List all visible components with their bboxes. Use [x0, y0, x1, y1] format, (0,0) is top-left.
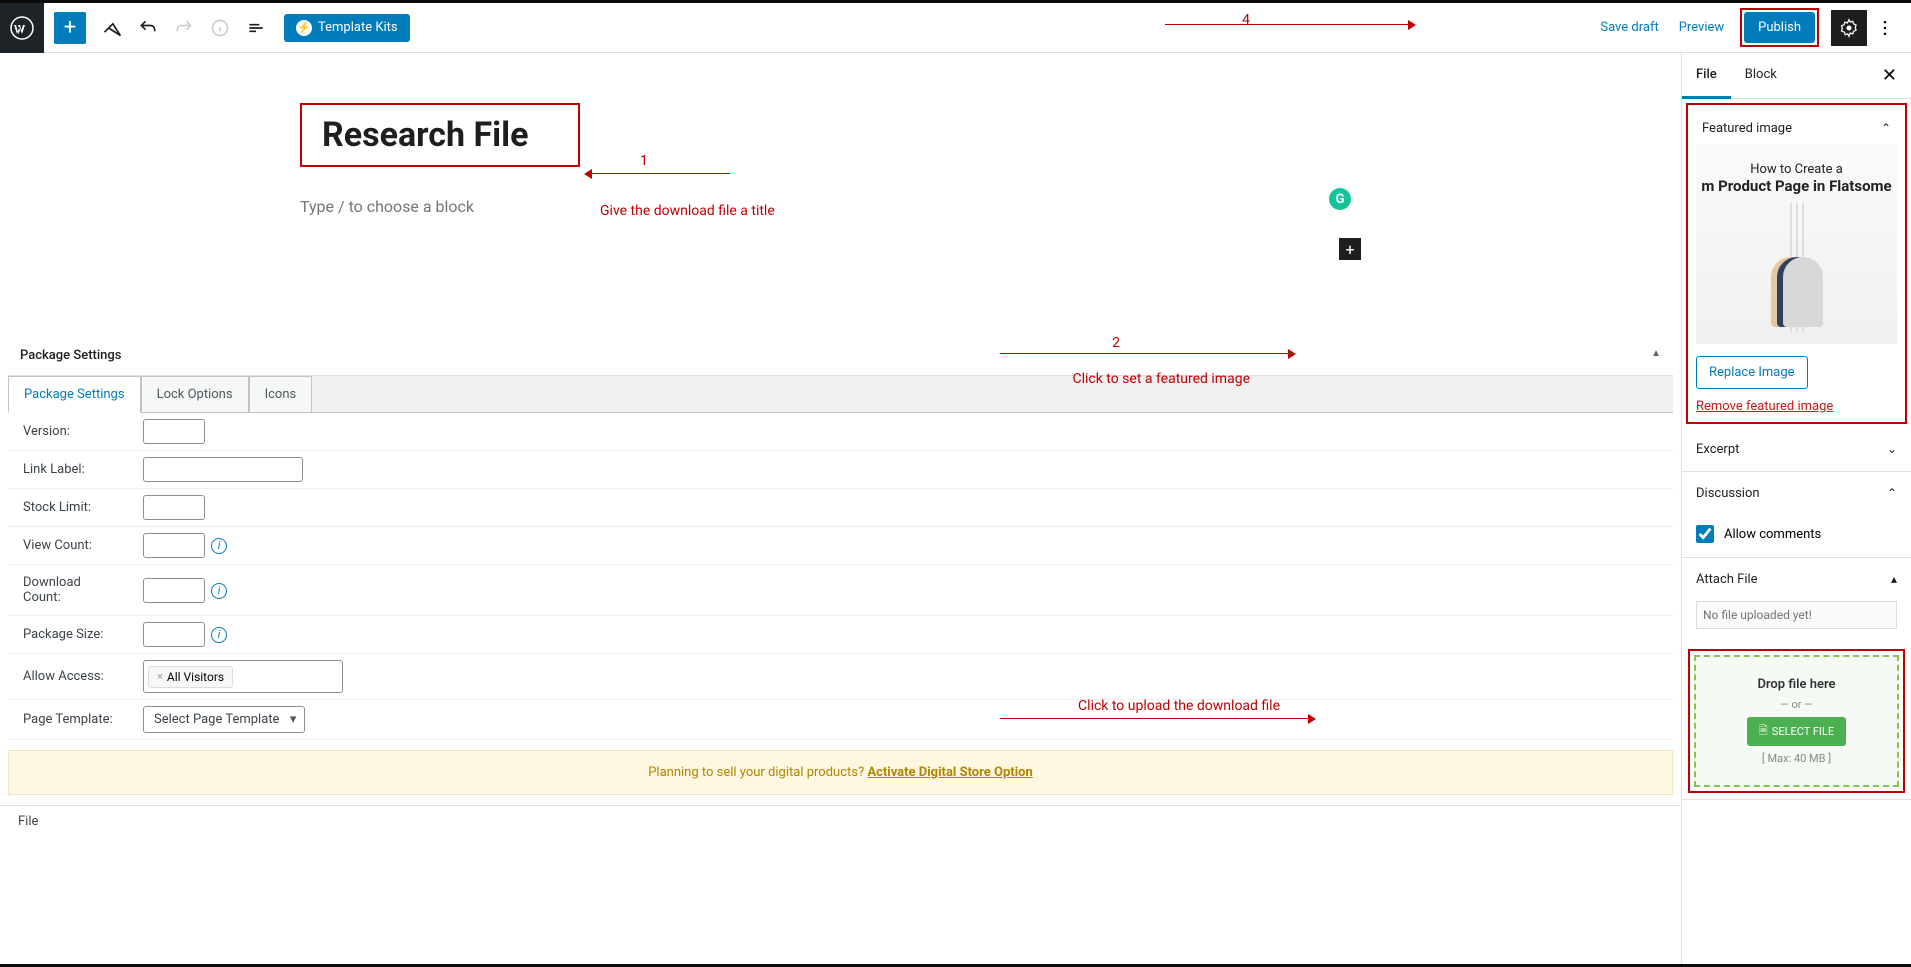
page-template-select[interactable]: Select Page Template: [143, 706, 305, 733]
file-icon: 🗎: [1759, 722, 1768, 741]
notice-text: Planning to sell your digital products?: [648, 765, 867, 780]
settings-icon[interactable]: [1831, 10, 1867, 46]
package-size-input[interactable]: [143, 622, 205, 647]
access-tag-all-visitors[interactable]: ×All Visitors: [148, 666, 233, 688]
publish-button[interactable]: Publish: [1744, 12, 1815, 43]
drop-or-text: — or —: [1706, 698, 1887, 711]
more-options-icon[interactable]: [1867, 10, 1903, 46]
info-icon-view-count[interactable]: i: [211, 538, 227, 554]
inline-add-block-button[interactable]: +: [1339, 238, 1361, 260]
wordpress-logo[interactable]: [0, 3, 44, 53]
tab-package-settings[interactable]: Package Settings: [8, 376, 141, 413]
version-input[interactable]: [143, 419, 205, 444]
allow-comments-label: Allow comments: [1724, 527, 1821, 542]
tab-icons[interactable]: Icons: [249, 376, 313, 413]
annotation-2-number: 2: [1112, 335, 1120, 351]
annotation-title-highlight: Research File: [300, 103, 580, 167]
panel-discussion-title: Discussion: [1696, 486, 1760, 501]
list-view-icon[interactable]: [238, 10, 274, 46]
settings-sidebar: File Block ✕ Featured image ⌃ How to Cre…: [1681, 53, 1911, 964]
grammarly-icon[interactable]: G: [1329, 188, 1351, 210]
panel-discussion-header[interactable]: Discussion ⌃: [1682, 472, 1911, 515]
label-package-size: Package Size:: [8, 617, 133, 652]
no-file-status: [1696, 601, 1897, 629]
sidebar-tab-file[interactable]: File: [1682, 53, 1731, 99]
annotation-2: 2 Click to set a featured image: [1000, 353, 1290, 354]
download-count-input[interactable]: [143, 578, 205, 603]
label-link-label: Link Label:: [8, 452, 133, 487]
editor-footer-breadcrumb[interactable]: File: [0, 805, 1681, 837]
template-kits-icon: ⚡: [296, 20, 312, 36]
top-toolbar: + ⚡ Template Kits 4 Save draft Preview P…: [0, 3, 1911, 53]
allow-comments-checkbox[interactable]: [1696, 525, 1714, 543]
metabox-toggle-icon[interactable]: ▲: [1651, 348, 1661, 363]
info-icon-download-count[interactable]: i: [211, 583, 227, 599]
chevron-down-icon: ⌄: [1887, 442, 1897, 457]
annotation-3: Click to upload the download file: [1000, 718, 1310, 719]
panel-excerpt-title: Excerpt: [1696, 442, 1739, 457]
add-block-button[interactable]: +: [54, 12, 86, 44]
chevron-up-icon: ⌃: [1887, 486, 1897, 501]
package-settings-metabox: Package Settings ▲ Package Settings Lock…: [8, 336, 1673, 740]
label-stock-limit: Stock Limit:: [8, 490, 133, 525]
info-icon[interactable]: [202, 10, 238, 46]
block-placeholder[interactable]: Type / to choose a block: [300, 197, 1381, 216]
template-kits-button[interactable]: ⚡ Template Kits: [284, 14, 410, 42]
sidebar-tab-block[interactable]: Block: [1731, 53, 1791, 99]
label-download-count: Download Count:: [8, 565, 133, 615]
activate-digital-store-link[interactable]: Activate Digital Store Option: [867, 765, 1032, 780]
panel-excerpt-header[interactable]: Excerpt ⌄: [1682, 428, 1911, 471]
metabox-title: Package Settings: [20, 348, 121, 363]
max-size-text: [ Max: 40 MB ]: [1706, 752, 1887, 765]
annotation-4-number: 4: [1242, 12, 1250, 28]
annotation-featured-highlight: Featured image ⌃ How to Create a m Produ…: [1686, 103, 1907, 424]
annotation-3-text: Click to upload the download file: [1078, 698, 1280, 714]
label-view-count: View Count:: [8, 528, 133, 563]
save-draft-button[interactable]: Save draft: [1590, 14, 1668, 41]
editor-canvas: Research File Type / to choose a block G…: [0, 53, 1681, 964]
panel-attach-toggle-icon: ▴: [1891, 572, 1897, 587]
remove-tag-icon[interactable]: ×: [157, 670, 163, 683]
drop-text: Drop file here: [1706, 677, 1887, 692]
featured-image-thumbnail[interactable]: How to Create a m Product Page in Flatso…: [1696, 144, 1897, 344]
close-sidebar-icon[interactable]: ✕: [1868, 65, 1911, 86]
panel-attach-file-title: Attach File: [1696, 572, 1758, 587]
annotation-1-number: 1: [640, 153, 648, 169]
panel-featured-title: Featured image: [1702, 121, 1792, 136]
annotation-dropzone-highlight: Drop file here — or — 🗎 SELECT FILE [ Ma…: [1688, 649, 1905, 793]
view-count-input[interactable]: [143, 533, 205, 558]
redo-icon[interactable]: [166, 10, 202, 46]
annotation-1-text: Give the download file a title: [600, 203, 775, 219]
post-title-input[interactable]: Research File: [322, 115, 558, 155]
link-label-input[interactable]: [143, 457, 303, 482]
allow-access-input[interactable]: ×All Visitors: [143, 660, 343, 693]
edit-mode-icon[interactable]: [94, 10, 130, 46]
select-file-button[interactable]: 🗎 SELECT FILE: [1747, 717, 1846, 746]
panel-attach-file-header[interactable]: Attach File ▴: [1682, 558, 1911, 601]
annotation-2-text: Click to set a featured image: [1072, 371, 1250, 387]
replace-image-button[interactable]: Replace Image: [1696, 356, 1808, 389]
annotation-publish-highlight: Publish: [1740, 8, 1819, 47]
label-version: Version:: [8, 414, 133, 449]
allow-comments-row[interactable]: Allow comments: [1682, 515, 1911, 557]
remove-featured-image-link[interactable]: Remove featured image: [1696, 399, 1897, 414]
tab-lock-options[interactable]: Lock Options: [141, 376, 249, 413]
panel-featured-toggle-icon[interactable]: ⌃: [1881, 121, 1891, 136]
annotation-1: 1 Give the download file a title: [590, 173, 730, 174]
template-kits-label: Template Kits: [318, 20, 398, 35]
file-drop-zone[interactable]: Drop file here — or — 🗎 SELECT FILE [ Ma…: [1694, 655, 1899, 787]
digital-store-notice: Planning to sell your digital products? …: [8, 750, 1673, 795]
label-page-template: Page Template:: [8, 702, 133, 737]
label-allow-access: Allow Access:: [8, 659, 133, 694]
undo-icon[interactable]: [130, 10, 166, 46]
stock-limit-input[interactable]: [143, 495, 205, 520]
info-icon-package-size[interactable]: i: [211, 627, 227, 643]
preview-button[interactable]: Preview: [1669, 14, 1734, 41]
